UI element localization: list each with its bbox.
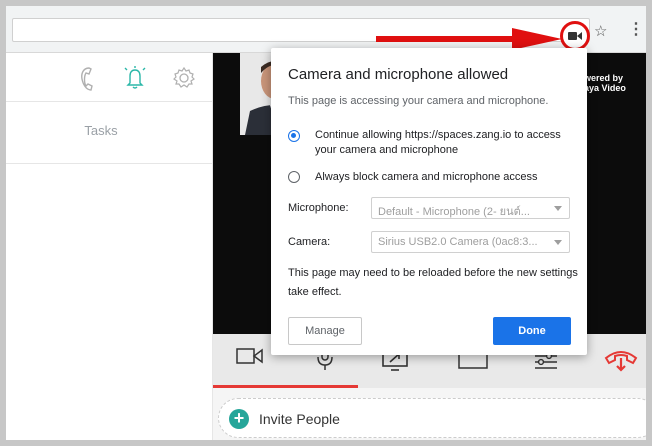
block-radio[interactable]	[288, 171, 300, 183]
allow-option-label[interactable]: Continue allowing https://spaces.zang.io…	[315, 128, 570, 158]
camera-permission-popup: Camera and microphone allowed This page …	[271, 48, 587, 355]
video-camera-icon[interactable]	[235, 346, 265, 366]
microphone-select[interactable]: Default - Microphone (2- ยนต์...	[371, 197, 570, 219]
allow-radio[interactable]	[288, 130, 300, 142]
microphone-select-value: Default - Microphone (2- ยนต์...	[378, 206, 530, 218]
invite-row: + Invite People	[213, 388, 646, 440]
invite-people-label: Invite People	[259, 411, 340, 427]
left-panel-header	[6, 53, 213, 102]
camera-label: Camera:	[288, 236, 331, 248]
reload-note: This page may need to be reloaded before…	[288, 267, 578, 298]
vertical-dots-icon[interactable]: ⋮	[628, 22, 644, 38]
camera-select-value: Sirius USB2.0 Camera (0ac8:3...	[378, 236, 538, 248]
plus-icon: +	[229, 409, 249, 429]
address-bar-row: ☆ ⋮	[6, 6, 646, 53]
manage-button[interactable]: Manage	[288, 317, 362, 345]
powered-by-label: wered by aya Video	[584, 73, 626, 93]
browser-window: ☆ ⋮ Tasks wered by aya Video + Invite Pe…	[6, 6, 646, 440]
popup-description: This page is accessing your camera and m…	[288, 95, 549, 107]
bell-icon[interactable]	[122, 64, 148, 90]
annotation-arrow	[376, 28, 562, 50]
phone-icon[interactable]	[78, 66, 94, 92]
hang-up-icon[interactable]	[603, 344, 639, 374]
tab-tasks[interactable]: Tasks	[6, 123, 196, 138]
block-option-label[interactable]: Always block camera and microphone acces…	[315, 170, 577, 185]
chevron-down-icon	[554, 206, 562, 211]
star-icon[interactable]: ☆	[594, 24, 607, 40]
microphone-label: Microphone:	[288, 202, 349, 214]
camera-select[interactable]: Sirius USB2.0 Camera (0ac8:3...	[371, 231, 570, 253]
divider	[6, 163, 213, 164]
chevron-down-icon	[554, 240, 562, 245]
popup-title: Camera and microphone allowed	[288, 66, 509, 83]
invite-people-button[interactable]: + Invite People	[218, 398, 646, 438]
powered-by-line2: aya Video	[584, 83, 626, 93]
powered-by-line1: wered by	[584, 73, 624, 83]
done-button[interactable]: Done	[493, 317, 571, 345]
gear-icon[interactable]	[172, 66, 196, 90]
left-panel: Tasks	[6, 53, 213, 440]
camera-indicator-icon[interactable]	[560, 21, 590, 51]
